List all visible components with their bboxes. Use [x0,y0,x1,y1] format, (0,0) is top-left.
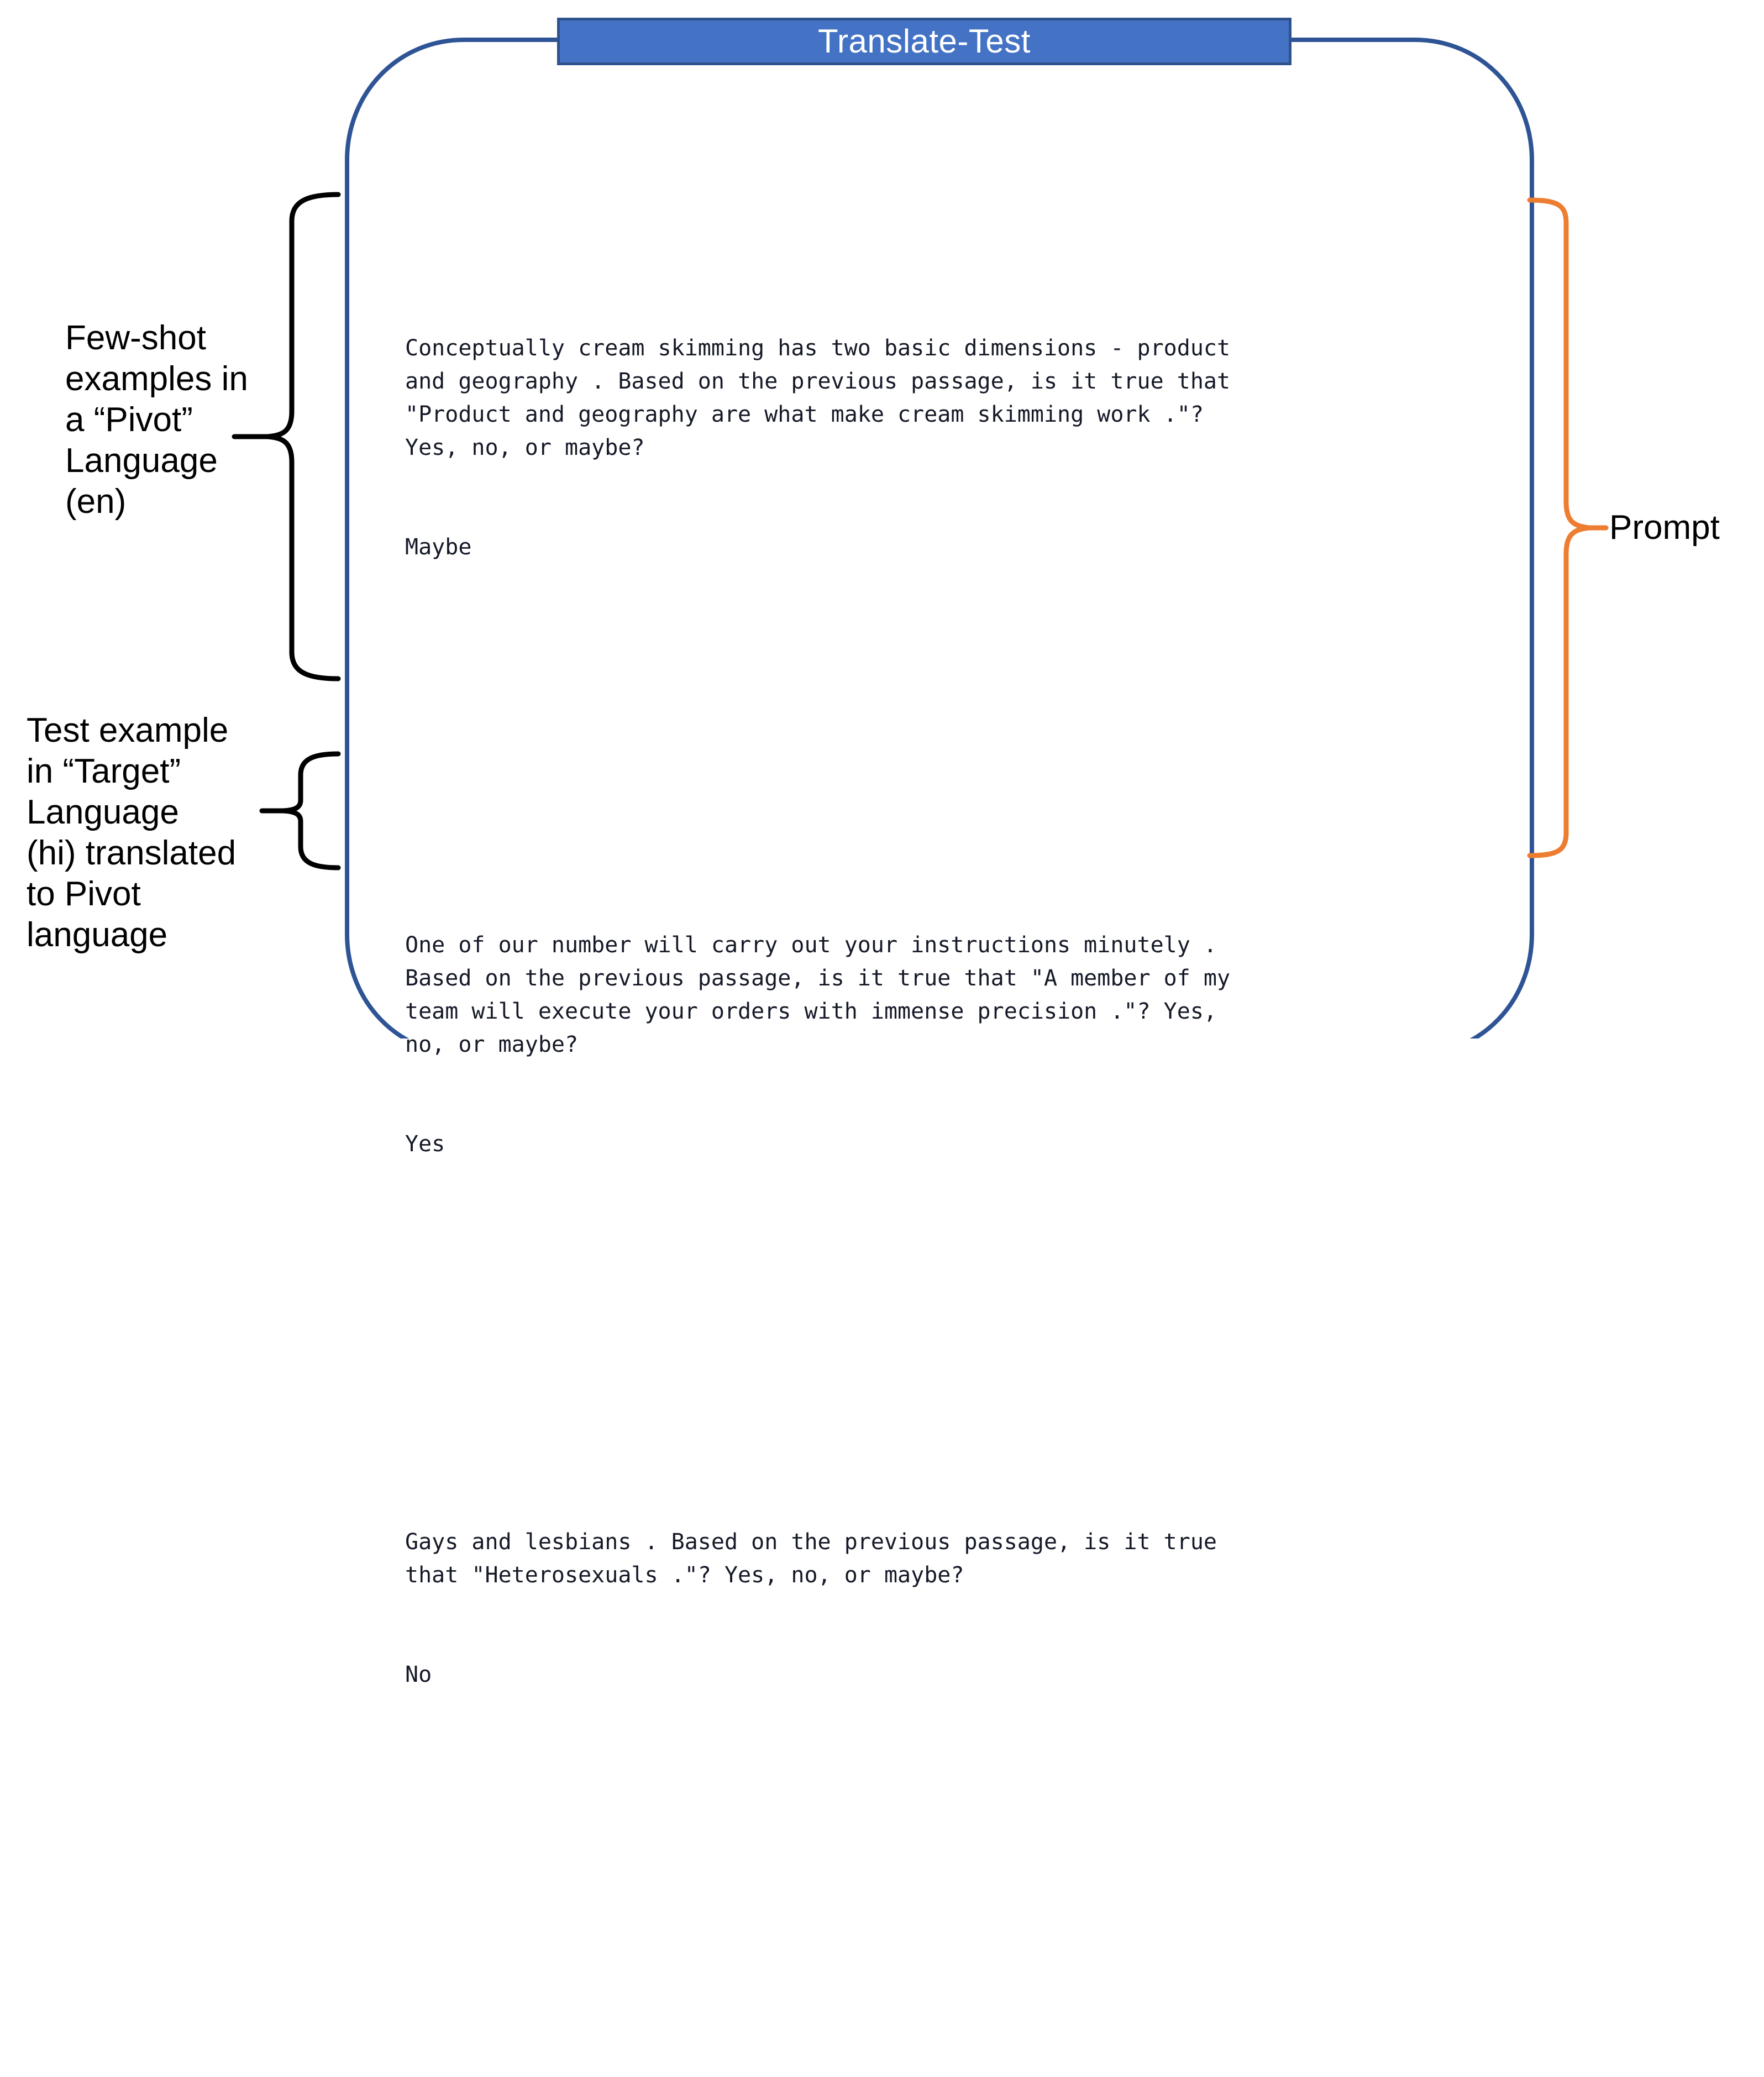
fewshot-example-2-passage: One of our number will carry out your in… [405,932,1231,1057]
prompt-brace [1527,197,1609,858]
block-gap-3 [405,1857,1455,1924]
fewshot-example-3: Gays and lesbians . Based on the previou… [405,1459,1455,1758]
diagram-title-chip: Translate-Test [557,18,1292,65]
fewshot-example-1-answer: Maybe [405,534,472,560]
few-shot-label: Few-shot examples in a “Pivot” Language … [65,319,248,521]
block-gap-1 [405,730,1455,763]
fewshot-example-2: One of our number will carry out your in… [405,862,1455,1227]
fewshot-example-3-passage: Gays and lesbians . Based on the previou… [405,1529,1217,1588]
test-example: Well, I wasn't even thinking about that,… [405,2024,1455,2077]
prompt-label: Prompt [1609,508,1720,547]
fewshot-example-1-passage: Conceptually cream skimming has two basi… [405,335,1231,460]
test-example-label: Test example in “Target” Language (hi) t… [27,711,237,954]
fewshot-example-2-answer: Yes [405,1131,445,1157]
diagram-canvas: Translate-Test Conceptually cream skimmi… [0,0,1764,1687]
fewshot-example-3-answer: No [405,1662,432,1687]
block-gap-2 [405,1326,1455,1360]
diagram-title-text: Translate-Test [818,23,1031,60]
fewshot-example-1: Conceptually cream skimming has two basi… [405,265,1455,630]
prompt-text-body: Conceptually cream skimming has two basi… [405,166,1455,2077]
